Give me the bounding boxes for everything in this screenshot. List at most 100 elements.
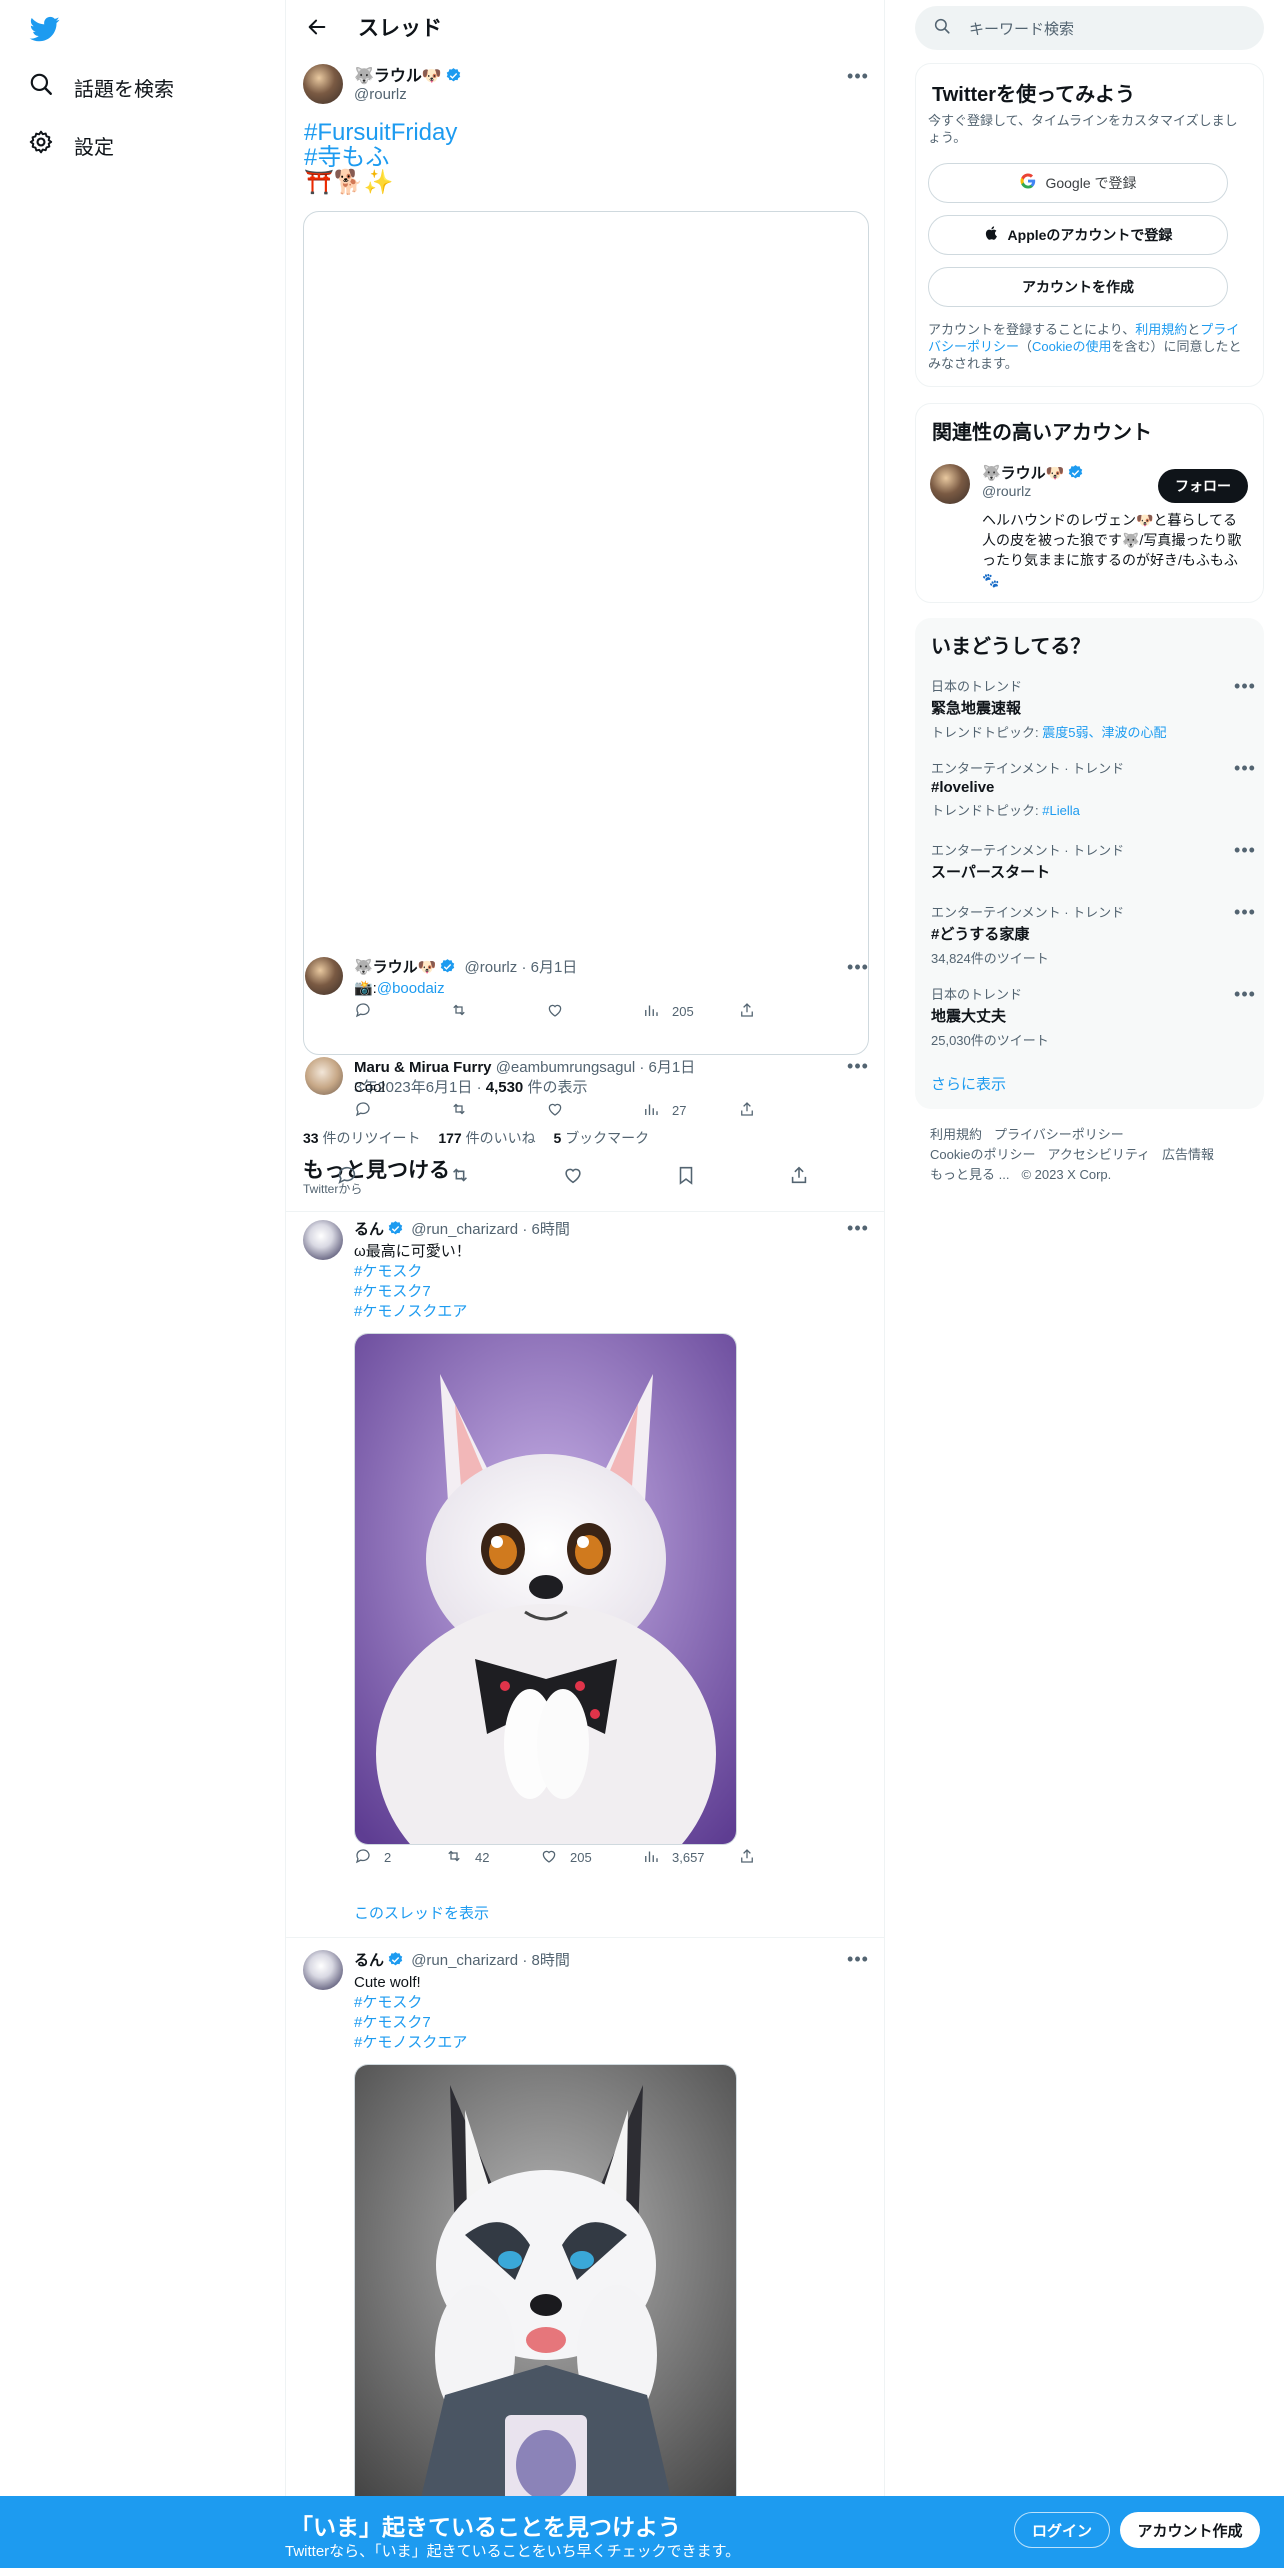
nav-explore[interactable]: 話題を検索 (28, 67, 174, 107)
retweet-button[interactable] (450, 1001, 468, 1022)
tweet-date[interactable]: 6月1日 (531, 959, 578, 976)
more-options-icon[interactable]: ••• (846, 955, 870, 979)
more-options-icon[interactable]: ••• (1233, 756, 1257, 780)
media-embed-card[interactable] (303, 211, 869, 1055)
related-account[interactable]: 🐺ラウル🐶 @rourlz (982, 462, 1084, 499)
like-button[interactable] (546, 1100, 564, 1121)
retweet-button[interactable]: 42 (445, 1847, 489, 1868)
retweet-button[interactable] (450, 1100, 468, 1121)
footer-link[interactable]: 広告情報 (1162, 1147, 1214, 1162)
apple-signup-button[interactable]: Appleのアカウントで登録 (928, 215, 1228, 255)
share-button[interactable] (738, 1100, 756, 1121)
login-button[interactable]: ログイン (1014, 2512, 1110, 2548)
hashtag-link[interactable]: #ケモスク (354, 1262, 471, 1282)
like-button[interactable] (546, 1001, 564, 1022)
retweet-button[interactable] (449, 1164, 471, 1189)
avatar[interactable] (305, 1057, 343, 1095)
more-options-icon[interactable]: ••• (1233, 900, 1257, 924)
more-options-icon[interactable]: ••• (1233, 674, 1257, 698)
follow-button[interactable]: フォロー (1158, 469, 1248, 503)
hashtag-link[interactable]: #ケモスク7 (354, 2013, 467, 2033)
main-tweet-author[interactable]: 🐺ラウル🐶 @rourlz (354, 62, 462, 103)
more-options-icon[interactable]: ••• (1233, 838, 1257, 862)
back-arrow-icon[interactable] (300, 12, 334, 42)
trend-item[interactable]: エンターテインメント · トレンド スーパースタート ••• (931, 840, 1255, 882)
signup-button[interactable]: アカウント作成 (1120, 2512, 1260, 2548)
footer-link[interactable]: プライバシーポリシー (994, 1127, 1124, 1142)
share-button[interactable] (738, 1847, 756, 1868)
share-button[interactable] (788, 1164, 810, 1189)
trend-item[interactable]: エンターテインメント · トレンド #どうする家康 34,824件のツイート •… (931, 902, 1255, 967)
terms-link[interactable]: 利用規約 (1135, 322, 1187, 337)
avatar[interactable] (303, 64, 343, 104)
more-options-icon[interactable]: ••• (846, 1947, 870, 1971)
terms-prefix: アカウントを登録することにより、 (928, 322, 1136, 337)
author-name[interactable]: 🐺ラウル🐶 (354, 959, 436, 976)
like-button[interactable]: 205 (540, 1847, 592, 1868)
more-options-icon[interactable]: ••• (1233, 982, 1257, 1006)
trend-title: #どうする家康 (931, 926, 1030, 943)
tweet-time[interactable]: 8時間 (531, 1952, 569, 1969)
avatar[interactable] (305, 957, 343, 995)
main-tweet-meta: 3年2023年6月1日 · 4,530 件の表示 (354, 1076, 587, 1097)
search-input[interactable]: キーワード検索 (915, 6, 1264, 50)
avatar[interactable] (303, 1950, 343, 1990)
hashtag-link[interactable]: #ケモノスクエア (354, 2033, 467, 2053)
footer-link[interactable]: Cookieのポリシー (930, 1147, 1035, 1162)
trend-item[interactable]: 日本のトレンド 緊急地震速報 トレンドトピック: 震度5弱、津波の心配 ••• (931, 676, 1255, 741)
footer-link[interactable]: アクセシビリティ (1047, 1147, 1150, 1162)
trend-sub-link[interactable]: 震度5弱、津波の心配 (1042, 725, 1166, 740)
twitter-logo-icon[interactable] (28, 14, 62, 44)
views-count: 205 (672, 1003, 694, 1019)
hashtag-link[interactable]: #ケモスク (354, 1993, 467, 2013)
views-button[interactable]: 205 (642, 1001, 694, 1022)
hashtag-link[interactable]: #ケモスク7 (354, 1282, 471, 1302)
reply-button[interactable] (354, 1001, 372, 1022)
like-button[interactable] (562, 1164, 584, 1189)
trend-sub-prefix: トレンドトピック: (931, 725, 1043, 740)
bookmark-count[interactable]: 5 (554, 1130, 562, 1146)
tweet-photo[interactable] (354, 2064, 737, 2514)
author-name[interactable]: るん (354, 1221, 384, 1238)
hashtag-link[interactable]: #FursuitFriday (304, 120, 457, 145)
views-button[interactable]: 3,657 (642, 1847, 705, 1868)
reply-button[interactable]: 2 (354, 1847, 391, 1868)
mention-link[interactable]: @boodaiz (377, 980, 445, 997)
trend-item[interactable]: エンターテインメント · トレンド #lovelive トレンドトピック: #L… (931, 758, 1255, 819)
share-button[interactable] (738, 1001, 756, 1022)
cookie-link[interactable]: Cookieの使用 (1032, 339, 1111, 354)
more-options-icon[interactable]: ••• (846, 1054, 870, 1078)
footer-link[interactable]: もっと見る ... (930, 1167, 1009, 1182)
avatar[interactable] (303, 1220, 343, 1260)
like-count[interactable]: 177 (438, 1130, 461, 1146)
trend-sub-prefix: トレンドトピック: (931, 803, 1043, 818)
views-count: 4,530 (485, 1079, 524, 1096)
create-account-button[interactable]: アカウントを作成 (928, 267, 1228, 307)
share-icon (788, 1164, 810, 1189)
avatar[interactable] (930, 464, 970, 504)
search-placeholder: キーワード検索 (969, 20, 1075, 38)
show-thread-link[interactable]: このスレッドを表示 (354, 1902, 489, 1923)
reply-button[interactable] (336, 1164, 358, 1189)
hashtag-link[interactable]: #寺もふ (304, 145, 457, 170)
tweet-date[interactable]: 6月1日 (649, 1059, 696, 1076)
google-signup-button[interactable]: Google で登録 (928, 163, 1228, 203)
bookmark-button[interactable] (675, 1164, 697, 1189)
more-options-icon[interactable]: ••• (846, 64, 870, 88)
tweet-photo[interactable] (354, 1333, 737, 1845)
show-more-link[interactable]: さらに表示 (931, 1073, 1006, 1094)
hashtag-link[interactable]: #ケモノスクエア (354, 1302, 471, 1322)
tweet-time[interactable]: 6時間 (531, 1221, 569, 1238)
retweet-count[interactable]: 33 (303, 1130, 319, 1146)
trend-sub-link[interactable]: #Liella (1042, 803, 1080, 818)
nav-settings[interactable]: 設定 (28, 125, 114, 165)
author-name[interactable]: るん (354, 1952, 384, 1969)
views-chart-icon (642, 1100, 660, 1121)
reply-icon (336, 1164, 358, 1189)
footer-link[interactable]: 利用規約 (930, 1127, 982, 1142)
reply-button[interactable] (354, 1100, 372, 1121)
author-name[interactable]: Maru & Mirua Furry (354, 1059, 492, 1076)
views-button[interactable]: 27 (642, 1100, 686, 1121)
trend-item[interactable]: 日本のトレンド 地震大丈夫 25,030件のツイート ••• (931, 984, 1255, 1049)
more-options-icon[interactable]: ••• (846, 1216, 870, 1240)
